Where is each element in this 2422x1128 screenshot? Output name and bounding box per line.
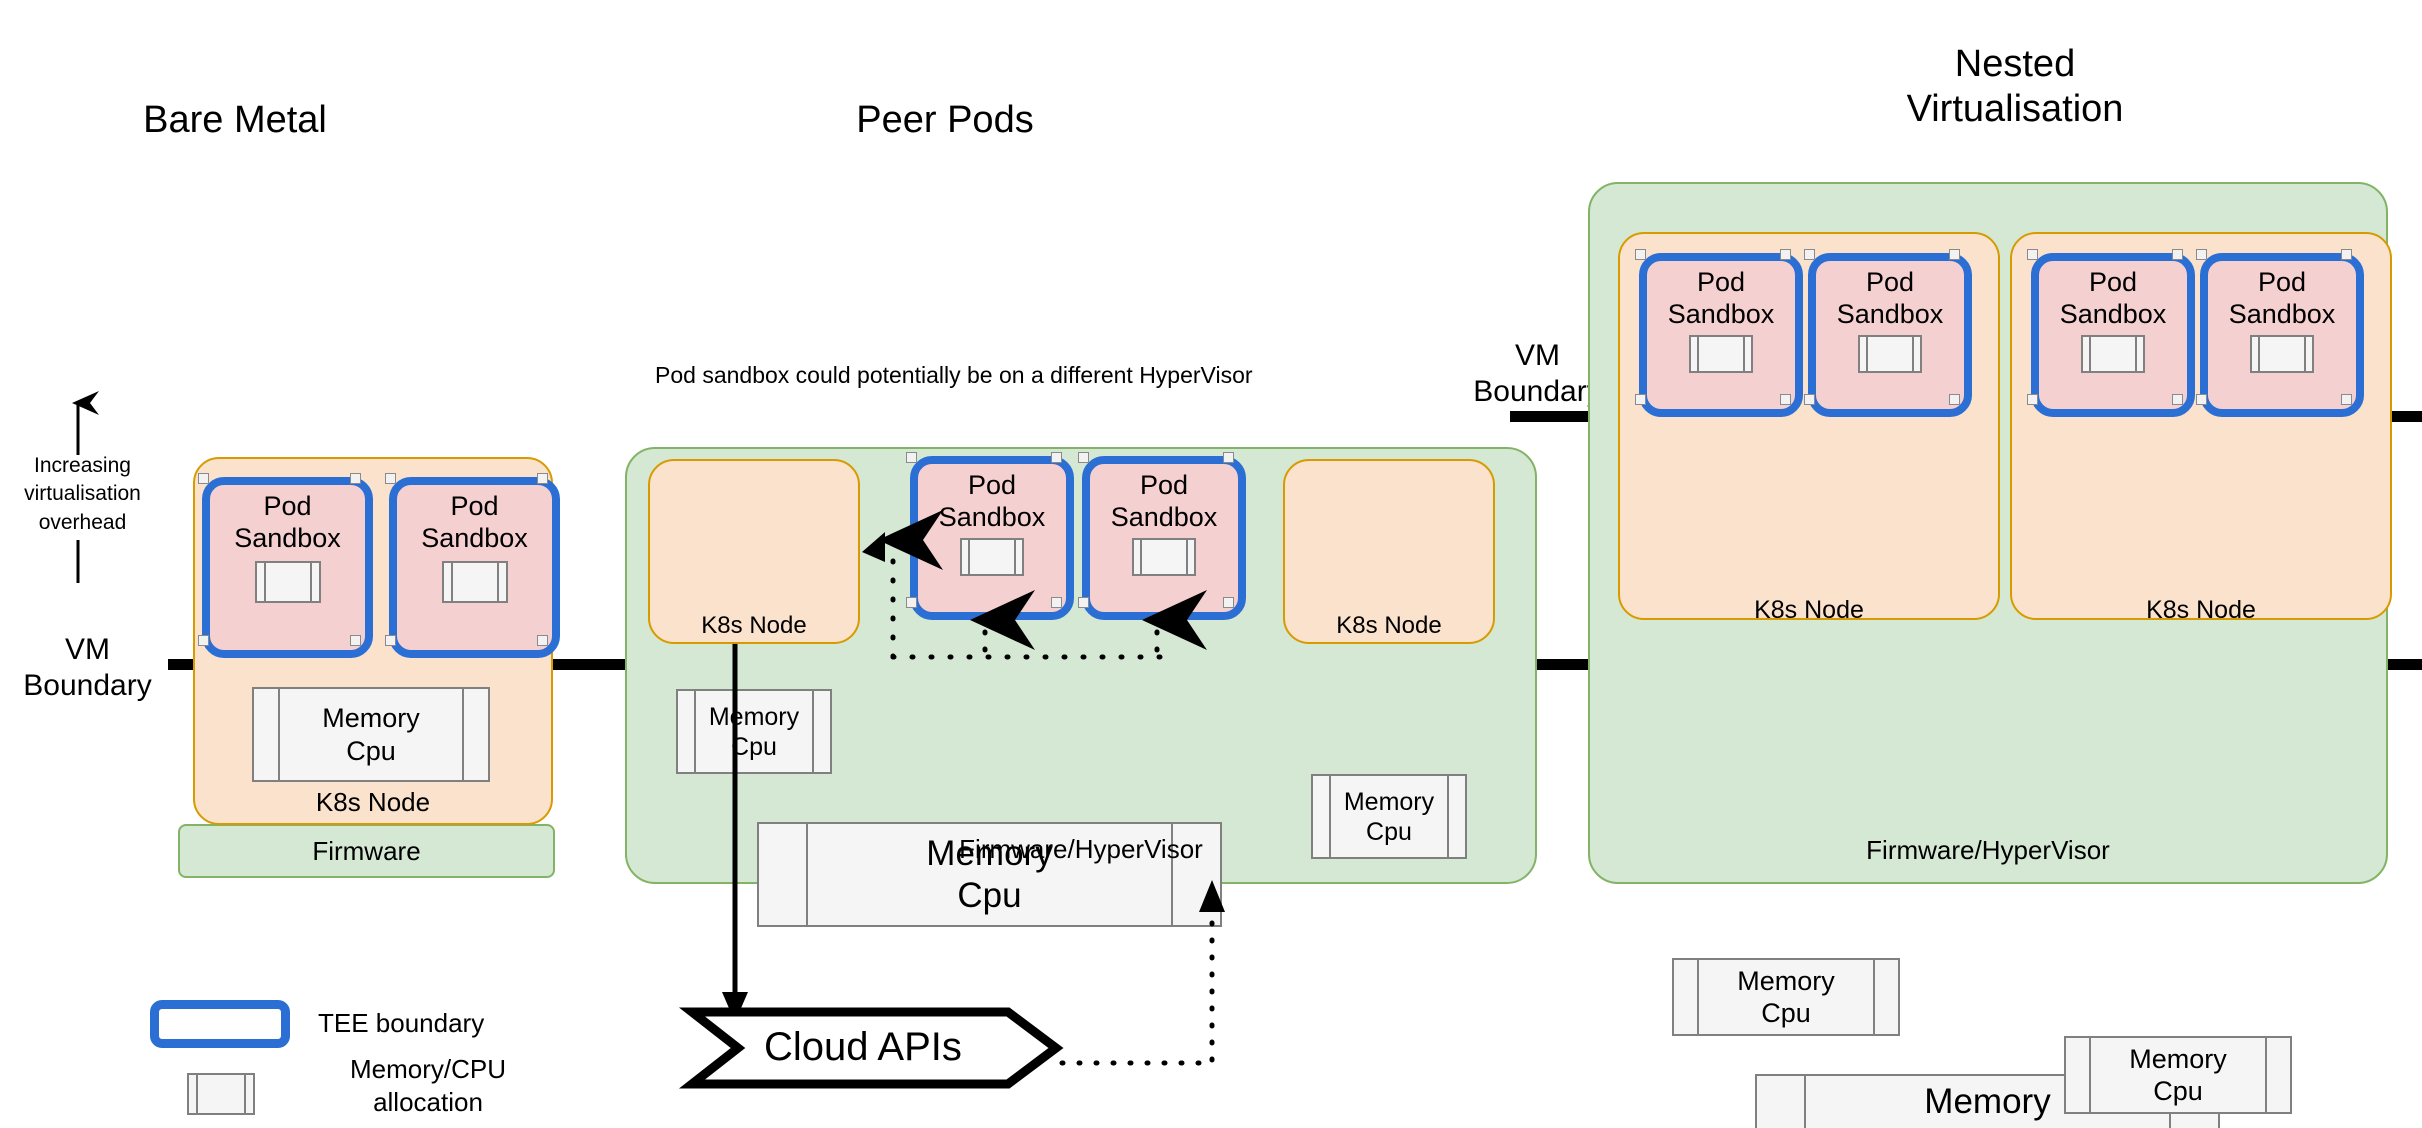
peer-pods-pod-sandbox-1-wrap: Pod Sandbox [906,452,1074,620]
nested-node-2-pod-2[interactable]: Pod Sandbox [2200,253,2364,417]
vm-boundary-label-left: VM Boundary [23,633,152,702]
nested-k8s-node-2-memory-cpu-label: Memory Cpu [2129,1043,2227,1106]
peer-pods-pod-sandbox-2-wrap: Pod Sandbox [1078,452,1246,620]
nested-k8s-node-2-label: K8s Node [2146,596,2256,624]
peer-pods-k8s-node-1-memory-cpu-label: Memory Cpu [708,702,800,761]
pod-corner-handle [906,452,917,463]
pod-corner-handle [350,473,361,484]
peer-pods-k8s-node-2-memory-cpu: Memory Cpu [1311,774,1467,859]
pod-memory-cpu-allocation-icon [1132,537,1196,576]
peer-pods-k8s-node-2-label: K8s Node [1336,612,1442,639]
bare-metal-k8s-node-label: K8s Node [315,787,431,817]
nested-hypervisor-memory-cpu-label: Memory Cpu [1924,1082,2051,1128]
peer-pods-pod-sandbox-1[interactable]: Pod Sandbox [910,456,1074,620]
pod-corner-handle [1949,394,1960,405]
pod-corner-handle [385,635,396,646]
pod-corner-handle [385,473,396,484]
pod-corner-handle [1804,249,1815,260]
pod-memory-cpu-allocation-icon [254,560,321,603]
pod-corner-handle [1804,394,1815,405]
pod-memory-cpu-allocation-icon [2081,334,2145,373]
nested-node-1-pod-2-wrap: Pod Sandbox [1804,249,1972,417]
pod-corner-handle [2196,249,2207,260]
peer-pods-k8s-node-1-memory-cpu: Memory Cpu [676,689,832,774]
pod-corner-handle [1949,249,1960,260]
nested-node-2-pod-1[interactable]: Pod Sandbox [2031,253,2195,417]
pod-corner-handle [2027,249,2038,260]
legend-memory-cpu-swatch [187,1073,255,1115]
pod-sandbox-label: Pod Sandbox [2228,267,2336,329]
pod-corner-handle [198,473,209,484]
pod-corner-handle [906,597,917,608]
pod-corner-handle [1051,597,1062,608]
pod-corner-handle [2027,394,2038,405]
bare-metal-firmware-box: Firmware [178,824,555,878]
pod-sandbox-label: Pod Sandbox [1110,470,1218,532]
pod-memory-cpu-allocation-icon [441,560,508,603]
legend-tee-boundary-label: TEE boundary [318,1008,485,1038]
pod-corner-handle [1223,452,1234,463]
nested-k8s-node-1-memory-cpu: Memory Cpu [1672,958,1900,1036]
pod-corner-handle [1780,394,1791,405]
pod-sandbox-label: Pod Sandbox [421,491,528,553]
pod-corner-handle [350,635,361,646]
nested-hypervisor-label: Firmware/HyperVisor [1866,835,2110,865]
dotted-line-cloud-to-hypervisor [1059,903,1215,1066]
pod-sandbox-label: Pod Sandbox [2059,267,2167,329]
column-title-nested-virtualisation: Nested Virtualisation [1906,43,2124,130]
pod-corner-handle [537,473,548,484]
pod-corner-handle [1635,249,1646,260]
nested-node-1-pod-1-wrap: Pod Sandbox [1635,249,1803,417]
pod-sandbox-label: Pod Sandbox [938,470,1046,532]
bare-metal-memory-cpu-label: Memory Cpu [322,703,420,766]
pod-memory-cpu-allocation-icon [960,537,1024,576]
pod-memory-cpu-allocation-icon [1689,334,1753,373]
cloud-apis-label: Cloud APIs [764,1025,962,1069]
pod-corner-handle [198,635,209,646]
pod-corner-handle [1223,597,1234,608]
nested-node-1-pod-2[interactable]: Pod Sandbox [1808,253,1972,417]
legend-tee-boundary-swatch [150,1000,290,1048]
bare-metal-pod-sandbox-1-wrap: Pod Sandbox [198,473,373,658]
peer-pods-annotation: Pod sandbox could potentially be on a di… [655,362,1253,388]
pod-memory-cpu-allocation-icon [2250,334,2314,373]
pod-corner-handle [537,635,548,646]
peer-pods-k8s-node-2-memory-cpu-label: Memory Cpu [1343,787,1435,846]
column-title-peer-pods: Peer Pods [856,99,1034,141]
bare-metal-pod-sandbox-2-wrap: Pod Sandbox [385,473,560,658]
legend-memory-cpu-label: Memory/CPU allocation [349,1054,506,1117]
pod-corner-handle [1780,249,1791,260]
pod-corner-handle [2172,249,2183,260]
diagram-canvas: Bare Metal Peer Pods Nested Virtualisati… [0,0,2422,1128]
pod-corner-handle [2196,394,2207,405]
pod-sandbox-label: Pod Sandbox [234,491,341,553]
bare-metal-pod-sandbox-2[interactable]: Pod Sandbox [389,477,560,658]
peer-pods-k8s-node-1-label: K8s Node [701,612,807,639]
pod-corner-handle [1078,452,1089,463]
pod-corner-handle [1051,452,1062,463]
bare-metal-firmware-label: Firmware [312,835,421,866]
pod-corner-handle [2172,394,2183,405]
pod-sandbox-label: Pod Sandbox [1667,267,1775,329]
overhead-axis-label: Increasing virtualisation overhead [24,454,141,534]
bare-metal-memory-cpu: Memory Cpu [252,687,490,782]
bare-metal-pod-sandbox-1[interactable]: Pod Sandbox [202,477,373,658]
pod-memory-cpu-allocation-icon [1858,334,1922,373]
pod-corner-handle [1635,394,1646,405]
nested-k8s-node-1-memory-cpu-label: Memory Cpu [1737,965,1835,1028]
pod-corner-handle [2341,394,2352,405]
nested-node-2-pod-1-wrap: Pod Sandbox [2027,249,2195,417]
cloud-apis-shape[interactable]: Cloud APIs [678,1007,1064,1089]
nested-node-2-pod-2-wrap: Pod Sandbox [2196,249,2364,417]
legend: TEE boundary Memory/CPU allocation [150,995,570,1117]
pod-sandbox-label: Pod Sandbox [1836,267,1944,329]
column-title-bare-metal: Bare Metal [143,99,327,141]
peer-pods-pod-sandbox-2[interactable]: Pod Sandbox [1082,456,1246,620]
nested-k8s-node-1-label: K8s Node [1754,596,1864,624]
nested-node-1-pod-1[interactable]: Pod Sandbox [1639,253,1803,417]
pod-corner-handle [2341,249,2352,260]
nested-k8s-node-2-memory-cpu: Memory Cpu [2064,1036,2292,1114]
pod-corner-handle [1078,597,1089,608]
